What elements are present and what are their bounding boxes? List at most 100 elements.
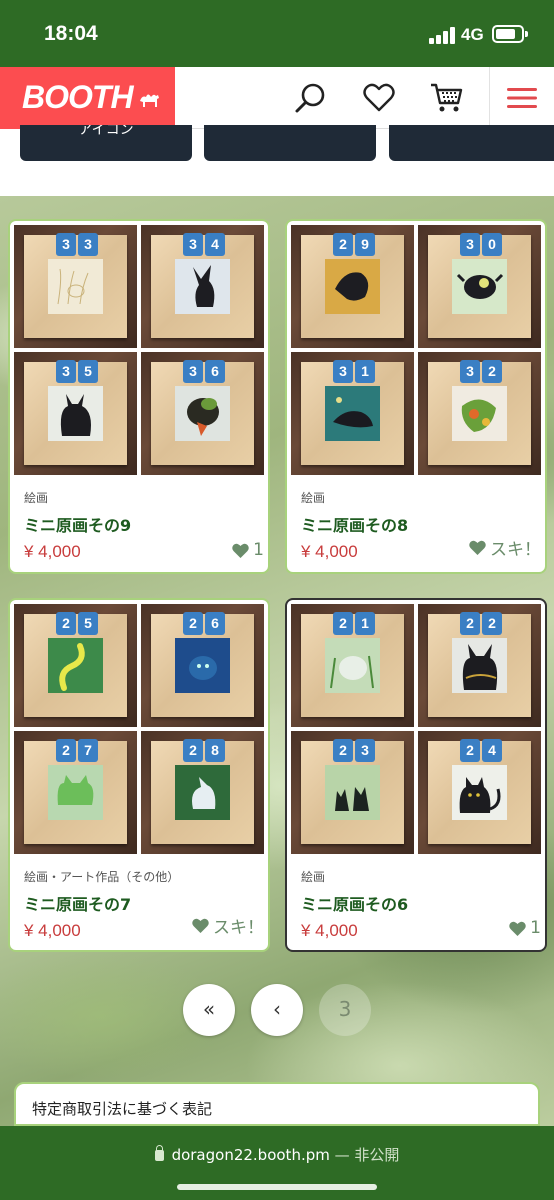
artwork-image <box>325 765 380 820</box>
product-price: ¥ 4,000 <box>24 542 81 561</box>
artwork-thumb: 28 <box>141 731 264 854</box>
camel-icon <box>140 94 159 107</box>
number-badge: 24 <box>460 739 502 762</box>
artwork-image <box>452 259 507 314</box>
status-bar: 18:04 4G <box>0 0 554 67</box>
artwork-thumb: 33 <box>14 225 137 348</box>
number-badge: 27 <box>56 739 98 762</box>
number-badge: 22 <box>460 612 502 635</box>
url-line: doragon22.booth.pm — 非公開 <box>0 1144 554 1165</box>
product-category[interactable]: 絵画 <box>24 489 258 506</box>
product-info: 絵画 ミニ原画その9 ¥ 4,000 <box>24 489 258 562</box>
product-title[interactable]: ミニ原画その8 <box>301 512 535 536</box>
artwork-image <box>48 386 103 441</box>
category-button[interactable] <box>389 125 554 161</box>
hamburger-menu-icon[interactable] <box>505 81 539 115</box>
product-category[interactable]: 絵画・アート作品（その他） <box>24 868 258 885</box>
product-card[interactable]: 29 30 31 32 絵画 ミニ原画その8 ¥ 4,000 スキ！ <box>285 219 547 574</box>
like-button[interactable]: 1 <box>509 918 541 938</box>
artwork-image <box>175 259 230 314</box>
product-info: 絵画 ミニ原画その6 ¥ 4,000 <box>301 868 535 941</box>
number-badge: 28 <box>183 739 225 762</box>
like-label: スキ！ <box>213 918 264 938</box>
artwork-image <box>175 386 230 441</box>
number-badge: 35 <box>56 360 98 383</box>
number-badge: 23 <box>333 739 375 762</box>
like-button[interactable]: 1 <box>232 540 264 560</box>
artwork-thumb: 29 <box>291 225 414 348</box>
battery-icon <box>492 25 528 43</box>
artwork-thumb: 26 <box>141 604 264 727</box>
number-badge: 31 <box>333 360 375 383</box>
number-badge: 21 <box>333 612 375 635</box>
category-strip: アイコン <box>0 125 554 196</box>
product-category[interactable]: 絵画 <box>301 489 535 506</box>
header-divider <box>489 67 490 129</box>
like-count: 1 <box>530 918 541 938</box>
product-price: ¥ 4,000 <box>301 921 358 940</box>
search-icon[interactable] <box>294 81 328 115</box>
artwork-image <box>452 638 507 693</box>
artwork-image <box>452 765 507 820</box>
product-card[interactable]: 33 34 35 36 絵画 ミニ原画その9 ¥ 4,000 1 <box>8 219 270 574</box>
lock-icon <box>154 1145 164 1161</box>
artwork-thumb: 34 <box>141 225 264 348</box>
legal-notice-label: 特定商取引法に基づく表記 <box>32 1100 213 1118</box>
network-type: 4G <box>461 25 484 44</box>
artwork-thumb: 31 <box>291 352 414 475</box>
prev-page-button[interactable]: ‹ <box>251 984 303 1036</box>
product-title[interactable]: ミニ原画その9 <box>24 512 258 536</box>
artwork-image <box>452 386 507 441</box>
heart-icon <box>509 921 526 936</box>
artwork-image <box>325 638 380 693</box>
number-badge: 29 <box>333 233 375 256</box>
like-label: スキ！ <box>490 540 541 560</box>
url-domain: doragon22.booth.pm <box>171 1146 330 1164</box>
artwork-image <box>325 386 380 441</box>
artwork-image <box>48 765 103 820</box>
product-thumbnail[interactable]: 21 22 23 24 <box>291 604 541 854</box>
number-badge: 36 <box>183 360 225 383</box>
heart-icon <box>232 543 249 558</box>
artwork-image <box>175 765 230 820</box>
artwork-image <box>48 638 103 693</box>
heart-icon <box>469 540 486 555</box>
product-card[interactable]: 21 22 23 24 絵画 ミニ原画その6 ¥ 4,000 1 <box>285 598 547 952</box>
current-page-indicator: 3 <box>319 984 371 1036</box>
browser-url-bar[interactable]: doragon22.booth.pm — 非公開 <box>0 1126 554 1200</box>
url-separator: — <box>329 1146 355 1164</box>
product-title[interactable]: ミニ原画その6 <box>301 891 535 915</box>
home-indicator[interactable] <box>177 1184 377 1190</box>
like-count: 1 <box>253 540 264 560</box>
artwork-thumb: 32 <box>418 352 541 475</box>
legal-notice-link[interactable]: 特定商取引法に基づく表記 <box>14 1082 540 1126</box>
logo-text: BOOTH <box>22 79 134 115</box>
like-button[interactable]: スキ！ <box>192 913 264 938</box>
artwork-thumb: 25 <box>14 604 137 727</box>
artwork-thumb: 21 <box>291 604 414 727</box>
category-button[interactable] <box>204 125 376 161</box>
artwork-thumb: 35 <box>14 352 137 475</box>
artwork-image <box>175 638 230 693</box>
like-button[interactable]: スキ！ <box>469 535 541 560</box>
cart-icon[interactable] <box>429 81 463 115</box>
product-card[interactable]: 25 26 27 28 絵画・アート作品（その他） ミニ原画その7 ¥ 4,00… <box>8 598 270 952</box>
category-button[interactable]: アイコン <box>20 125 192 161</box>
product-thumbnail[interactable]: 29 30 31 32 <box>291 225 541 475</box>
product-category[interactable]: 絵画 <box>301 868 535 885</box>
artwork-thumb: 27 <box>14 731 137 854</box>
artwork-image <box>325 259 380 314</box>
first-page-button[interactable]: « <box>183 984 235 1036</box>
artwork-thumb: 30 <box>418 225 541 348</box>
number-badge: 34 <box>183 233 225 256</box>
product-title[interactable]: ミニ原画その7 <box>24 891 258 915</box>
cellular-signal-icon <box>429 26 457 44</box>
product-thumbnail[interactable]: 25 26 27 28 <box>14 604 264 854</box>
product-thumbnail[interactable]: 33 34 35 36 <box>14 225 264 475</box>
heart-icon[interactable] <box>362 81 396 115</box>
number-badge: 30 <box>460 233 502 256</box>
artwork-thumb: 36 <box>141 352 264 475</box>
artwork-thumb: 22 <box>418 604 541 727</box>
booth-logo[interactable]: BOOTH <box>0 67 175 129</box>
site-header: BOOTH <box>0 67 554 129</box>
